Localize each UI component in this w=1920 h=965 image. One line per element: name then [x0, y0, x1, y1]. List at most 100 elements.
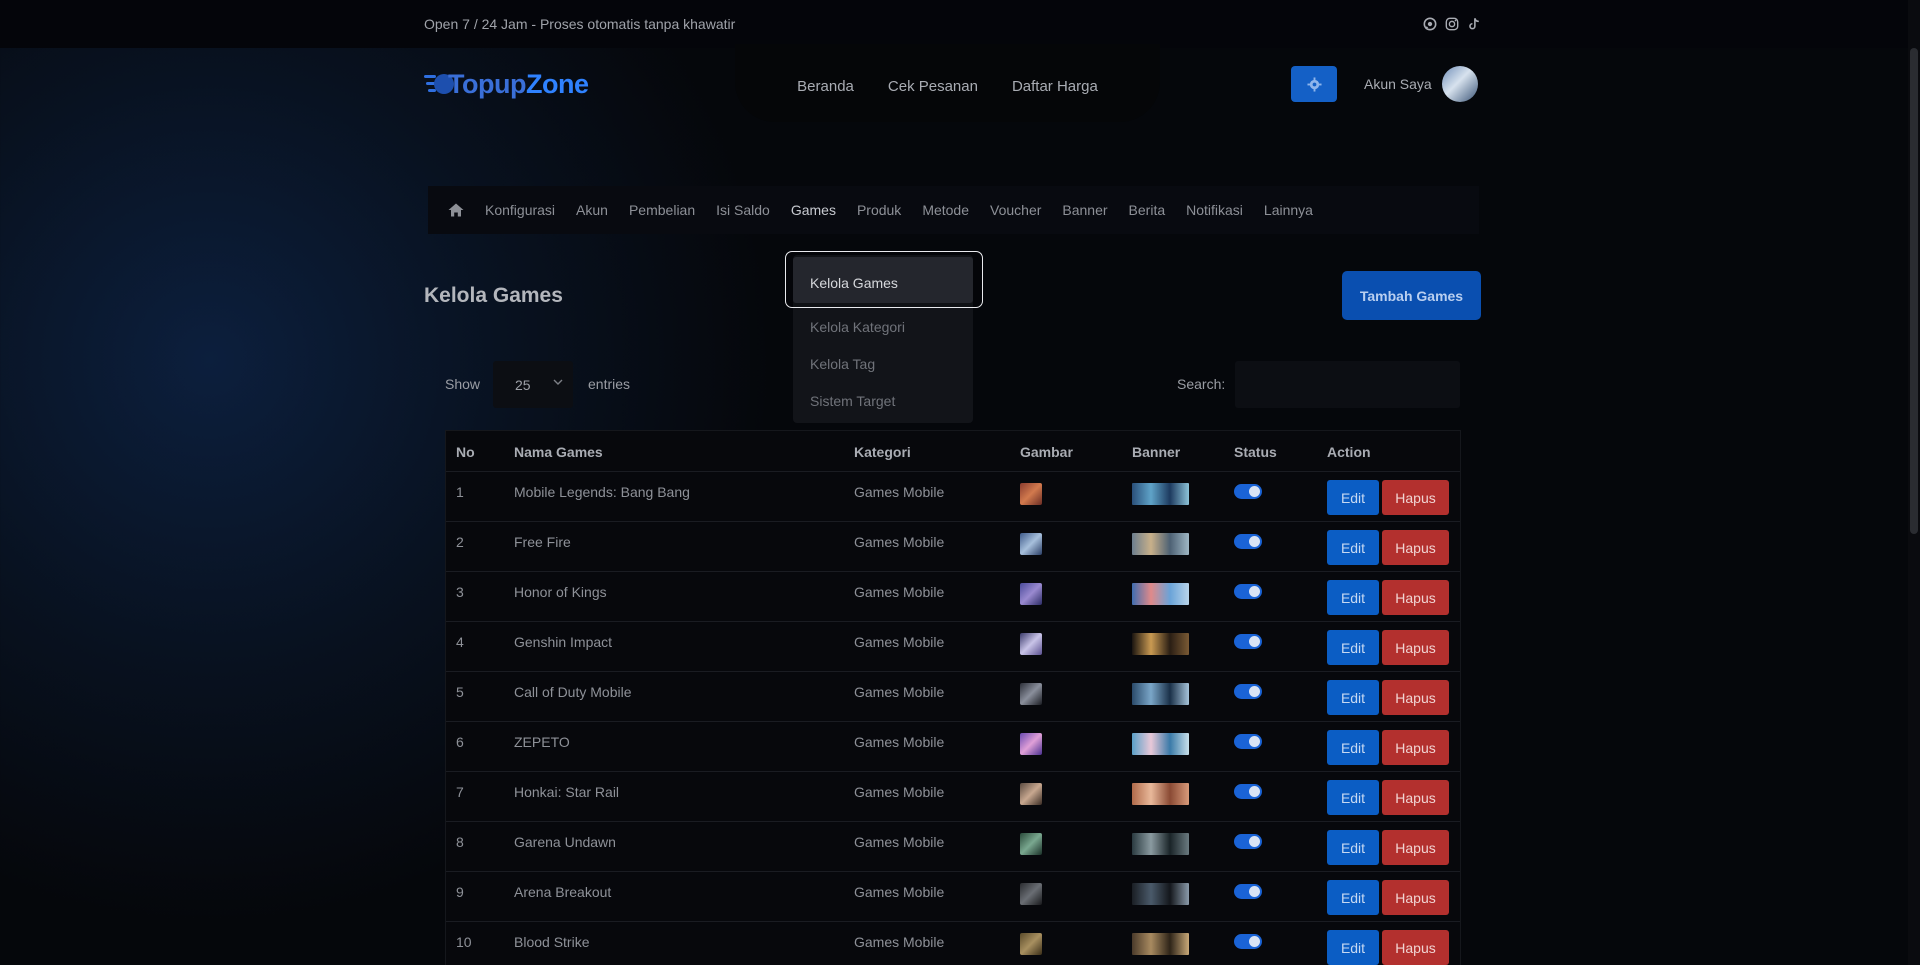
status-toggle[interactable]	[1234, 884, 1262, 899]
delete-button[interactable]: Hapus	[1382, 630, 1449, 665]
settings-button[interactable]	[1291, 66, 1337, 102]
entries-select[interactable]: 25	[493, 361, 573, 408]
game-thumbnail	[1020, 533, 1042, 555]
row-kategori: Games Mobile	[854, 684, 945, 700]
header-kategori[interactable]: Kategori	[854, 444, 911, 460]
scrollbar-thumb[interactable]	[1910, 48, 1918, 534]
row-kategori: Games Mobile	[854, 884, 945, 900]
row-kategori: Games Mobile	[854, 534, 945, 550]
table-header: No Nama Games Kategori Gambar Banner Sta…	[446, 431, 1460, 472]
edit-button[interactable]: Edit	[1327, 930, 1379, 965]
row-kategori: Games Mobile	[854, 934, 945, 950]
menu-pembelian[interactable]: Pembelian	[629, 202, 695, 218]
row-name: Honor of Kings	[514, 584, 607, 600]
status-toggle[interactable]	[1234, 934, 1262, 949]
menu-isi-saldo[interactable]: Isi Saldo	[716, 202, 770, 218]
whatsapp-icon[interactable]	[1423, 17, 1437, 31]
search-input[interactable]	[1235, 361, 1460, 408]
edit-button[interactable]: Edit	[1327, 730, 1379, 765]
edit-button[interactable]: Edit	[1327, 680, 1379, 715]
row-kategori: Games Mobile	[854, 784, 945, 800]
header-no[interactable]: No	[456, 444, 475, 460]
edit-button[interactable]: Edit	[1327, 880, 1379, 915]
row-name: Garena Undawn	[514, 834, 616, 850]
game-thumbnail	[1020, 833, 1042, 855]
status-toggle[interactable]	[1234, 684, 1262, 699]
show-label: Show	[445, 376, 481, 392]
status-toggle[interactable]	[1234, 634, 1262, 649]
nav-cek-pesanan[interactable]: Cek Pesanan	[888, 78, 978, 95]
delete-button[interactable]: Hapus	[1382, 830, 1449, 865]
search-label: Search:	[1177, 376, 1226, 392]
nav-beranda[interactable]: Beranda	[797, 78, 854, 95]
delete-button[interactable]: Hapus	[1382, 480, 1449, 515]
delete-button[interactable]: Hapus	[1382, 680, 1449, 715]
status-toggle[interactable]	[1234, 734, 1262, 749]
table-row: 1 Mobile Legends: Bang Bang Games Mobile…	[446, 472, 1460, 522]
table-row: 6 ZEPETO Games Mobile Edit Hapus	[446, 722, 1460, 772]
menu-konfigurasi[interactable]: Konfigurasi	[485, 202, 555, 218]
menu-berita[interactable]: Berita	[1129, 202, 1166, 218]
account-menu[interactable]: Akun Saya	[1364, 62, 1478, 106]
dropdown-kelola-kategori[interactable]: Kelola Kategori	[810, 319, 905, 335]
game-thumbnail	[1020, 883, 1042, 905]
menu-akun[interactable]: Akun	[576, 202, 608, 218]
row-no: 1	[456, 484, 464, 500]
menu-notifikasi[interactable]: Notifikasi	[1186, 202, 1243, 218]
table-row: 9 Arena Breakout Games Mobile Edit Hapus	[446, 872, 1460, 922]
menu-produk[interactable]: Produk	[857, 202, 901, 218]
menu-lainnya[interactable]: Lainnya	[1264, 202, 1313, 218]
game-thumbnail	[1020, 483, 1042, 505]
game-banner	[1132, 533, 1189, 555]
menu-banner[interactable]: Banner	[1062, 202, 1107, 218]
delete-button[interactable]: Hapus	[1382, 780, 1449, 815]
row-kategori: Games Mobile	[854, 484, 945, 500]
nav-daftar-harga[interactable]: Daftar Harga	[1012, 78, 1098, 95]
page-scrollbar[interactable]	[1908, 0, 1920, 965]
edit-button[interactable]: Edit	[1327, 780, 1379, 815]
gear-icon	[1306, 76, 1322, 92]
edit-button[interactable]: Edit	[1327, 630, 1379, 665]
status-toggle[interactable]	[1234, 484, 1262, 499]
dropdown-kelola-tag[interactable]: Kelola Tag	[810, 356, 875, 372]
row-name: Free Fire	[514, 534, 571, 550]
edit-button[interactable]: Edit	[1327, 580, 1379, 615]
avatar	[1441, 66, 1478, 102]
game-thumbnail	[1020, 633, 1042, 655]
header-banner[interactable]: Banner	[1132, 444, 1180, 460]
game-thumbnail	[1020, 583, 1042, 605]
header-nama-games[interactable]: Nama Games	[514, 444, 603, 460]
add-game-button[interactable]: Tambah Games	[1342, 271, 1481, 320]
entries-label: entries	[588, 376, 631, 392]
header-gambar[interactable]: Gambar	[1020, 444, 1073, 460]
dropdown-sistem-target[interactable]: Sistem Target	[810, 393, 895, 409]
row-no: 9	[456, 884, 464, 900]
delete-button[interactable]: Hapus	[1382, 730, 1449, 765]
home-icon[interactable]	[448, 203, 464, 217]
delete-button[interactable]: Hapus	[1382, 880, 1449, 915]
menu-metode[interactable]: Metode	[922, 202, 969, 218]
header-action[interactable]: Action	[1327, 444, 1371, 460]
game-banner	[1132, 683, 1189, 705]
delete-button[interactable]: Hapus	[1382, 930, 1449, 965]
status-toggle[interactable]	[1234, 534, 1262, 549]
site-logo[interactable]: TopupZone	[424, 64, 589, 104]
edit-button[interactable]: Edit	[1327, 830, 1379, 865]
row-no: 8	[456, 834, 464, 850]
delete-button[interactable]: Hapus	[1382, 530, 1449, 565]
edit-button[interactable]: Edit	[1327, 480, 1379, 515]
status-toggle[interactable]	[1234, 584, 1262, 599]
header-status[interactable]: Status	[1234, 444, 1277, 460]
edit-button[interactable]: Edit	[1327, 530, 1379, 565]
top-bar: Open 7 / 24 Jam - Proses otomatis tanpa …	[0, 0, 1920, 48]
instagram-icon[interactable]	[1445, 17, 1459, 31]
menu-voucher[interactable]: Voucher	[990, 202, 1041, 218]
row-kategori: Games Mobile	[854, 634, 945, 650]
delete-button[interactable]: Hapus	[1382, 580, 1449, 615]
logo-text-topup: Topup	[448, 68, 526, 99]
tiktok-icon[interactable]	[1467, 17, 1481, 31]
menu-games[interactable]: Games	[791, 202, 836, 218]
status-toggle[interactable]	[1234, 784, 1262, 799]
status-toggle[interactable]	[1234, 834, 1262, 849]
dropdown-kelola-games[interactable]: Kelola Games	[810, 275, 898, 291]
